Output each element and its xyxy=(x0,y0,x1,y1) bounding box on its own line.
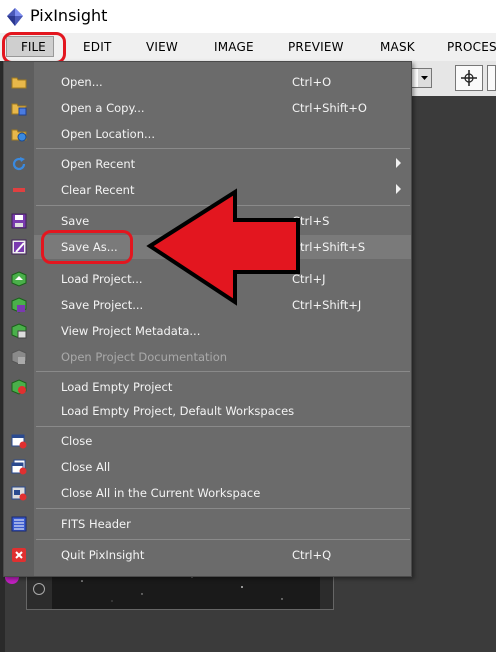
menu-item-fits-header[interactable]: FITS Header xyxy=(34,512,411,536)
red-arrow-annotation xyxy=(146,188,300,306)
menu-item-label: View Project Metadata... xyxy=(61,324,201,338)
menu-item-label: Save xyxy=(61,214,90,228)
save-as-annotation-oval xyxy=(41,230,133,264)
folder-copy-icon xyxy=(11,103,27,116)
menu-item-label: Load Empty Project, Default Workspaces xyxy=(61,404,295,418)
menu-item-open-location[interactable]: Open Location... xyxy=(34,122,411,146)
title-bar: PixInsight xyxy=(0,0,496,33)
menu-item-shortcut: Ctrl+O xyxy=(292,75,332,89)
file-menu: Open... Ctrl+O Open a Copy... Ctrl+Shift… xyxy=(3,61,412,577)
menu-item-label: Open Recent xyxy=(61,157,136,171)
load-project-icon xyxy=(11,271,27,287)
menu-item-label: Close All xyxy=(61,460,111,474)
project-metadata-icon xyxy=(11,323,27,339)
quit-icon xyxy=(12,548,26,562)
menu-process[interactable]: PROCES xyxy=(447,40,496,54)
menu-item-quit[interactable]: Quit PixInsight Ctrl+Q xyxy=(34,543,411,567)
menu-item-open[interactable]: Open... Ctrl+O xyxy=(34,70,411,94)
menu-item-label: Open Location... xyxy=(61,127,155,141)
folder-open-icon xyxy=(11,77,27,89)
pixinsight-logo-icon xyxy=(7,8,23,26)
menu-separator xyxy=(36,148,410,149)
menu-item-label: Quit PixInsight xyxy=(61,548,145,562)
menu-item-label: Close All in the Current Workspace xyxy=(61,486,261,500)
crosshair-tool-button[interactable] xyxy=(455,65,483,91)
menu-separator xyxy=(36,508,410,509)
menu-item-label: Open Project Documentation xyxy=(61,350,228,364)
submenu-arrow-icon xyxy=(396,184,401,194)
close-window-icon xyxy=(11,434,27,449)
menu-bar: FILE EDIT VIEW IMAGE PREVIEW MASK PROCES xyxy=(0,33,496,61)
file-annotation-oval xyxy=(2,32,66,64)
menu-mask[interactable]: MASK xyxy=(380,40,415,54)
crosshair-icon xyxy=(461,70,477,86)
save-as-icon xyxy=(11,239,27,255)
menu-item-label: Close xyxy=(61,434,93,448)
project-docs-icon xyxy=(11,349,27,365)
menu-item-open-copy[interactable]: Open a Copy... Ctrl+Shift+O xyxy=(34,96,411,120)
menu-separator xyxy=(36,371,410,372)
menu-item-close[interactable]: Close xyxy=(34,429,411,453)
menu-item-shortcut: Ctrl+Q xyxy=(292,548,332,562)
menu-view[interactable]: VIEW xyxy=(146,40,178,54)
close-all-icon xyxy=(11,459,27,475)
chevron-down-icon[interactable] xyxy=(418,69,431,87)
submenu-arrow-icon xyxy=(396,158,401,168)
menu-item-close-all-current-workspace[interactable]: Close All in the Current Workspace xyxy=(34,481,411,505)
menu-edit[interactable]: EDIT xyxy=(83,40,112,54)
menu-item-open-project-documentation: Open Project Documentation xyxy=(34,345,411,369)
menu-image[interactable]: IMAGE xyxy=(214,40,254,54)
empty-project-icon xyxy=(11,379,27,395)
window-icon xyxy=(33,583,45,595)
menu-item-view-project-metadata[interactable]: View Project Metadata... xyxy=(34,319,411,343)
menu-item-label: Open... xyxy=(61,75,103,89)
menu-item-shortcut: Ctrl+Shift+O xyxy=(292,101,367,115)
save-project-icon xyxy=(11,297,27,313)
toolbar-button-partial[interactable] xyxy=(487,65,496,91)
folder-globe-icon xyxy=(11,129,27,142)
refresh-icon xyxy=(12,157,26,171)
close-workspace-icon xyxy=(11,486,27,501)
window-title: PixInsight xyxy=(30,6,108,25)
menu-preview[interactable]: PREVIEW xyxy=(288,40,344,54)
menu-separator xyxy=(36,539,410,540)
menu-item-label: FITS Header xyxy=(61,517,131,531)
menu-item-label: Open a Copy... xyxy=(61,101,145,115)
menu-item-close-all[interactable]: Close All xyxy=(34,455,411,479)
minus-icon xyxy=(13,188,25,192)
menu-item-open-recent[interactable]: Open Recent xyxy=(34,152,411,176)
menu-item-load-empty-project-default-workspaces[interactable]: Load Empty Project, Default Workspaces xyxy=(34,399,411,423)
menu-item-label: Load Empty Project xyxy=(61,380,173,394)
fits-header-icon xyxy=(11,516,27,532)
menu-separator xyxy=(36,426,410,427)
menu-item-label: Clear Recent xyxy=(61,183,135,197)
save-icon xyxy=(11,213,27,229)
menu-item-load-empty-project[interactable]: Load Empty Project xyxy=(34,375,411,399)
